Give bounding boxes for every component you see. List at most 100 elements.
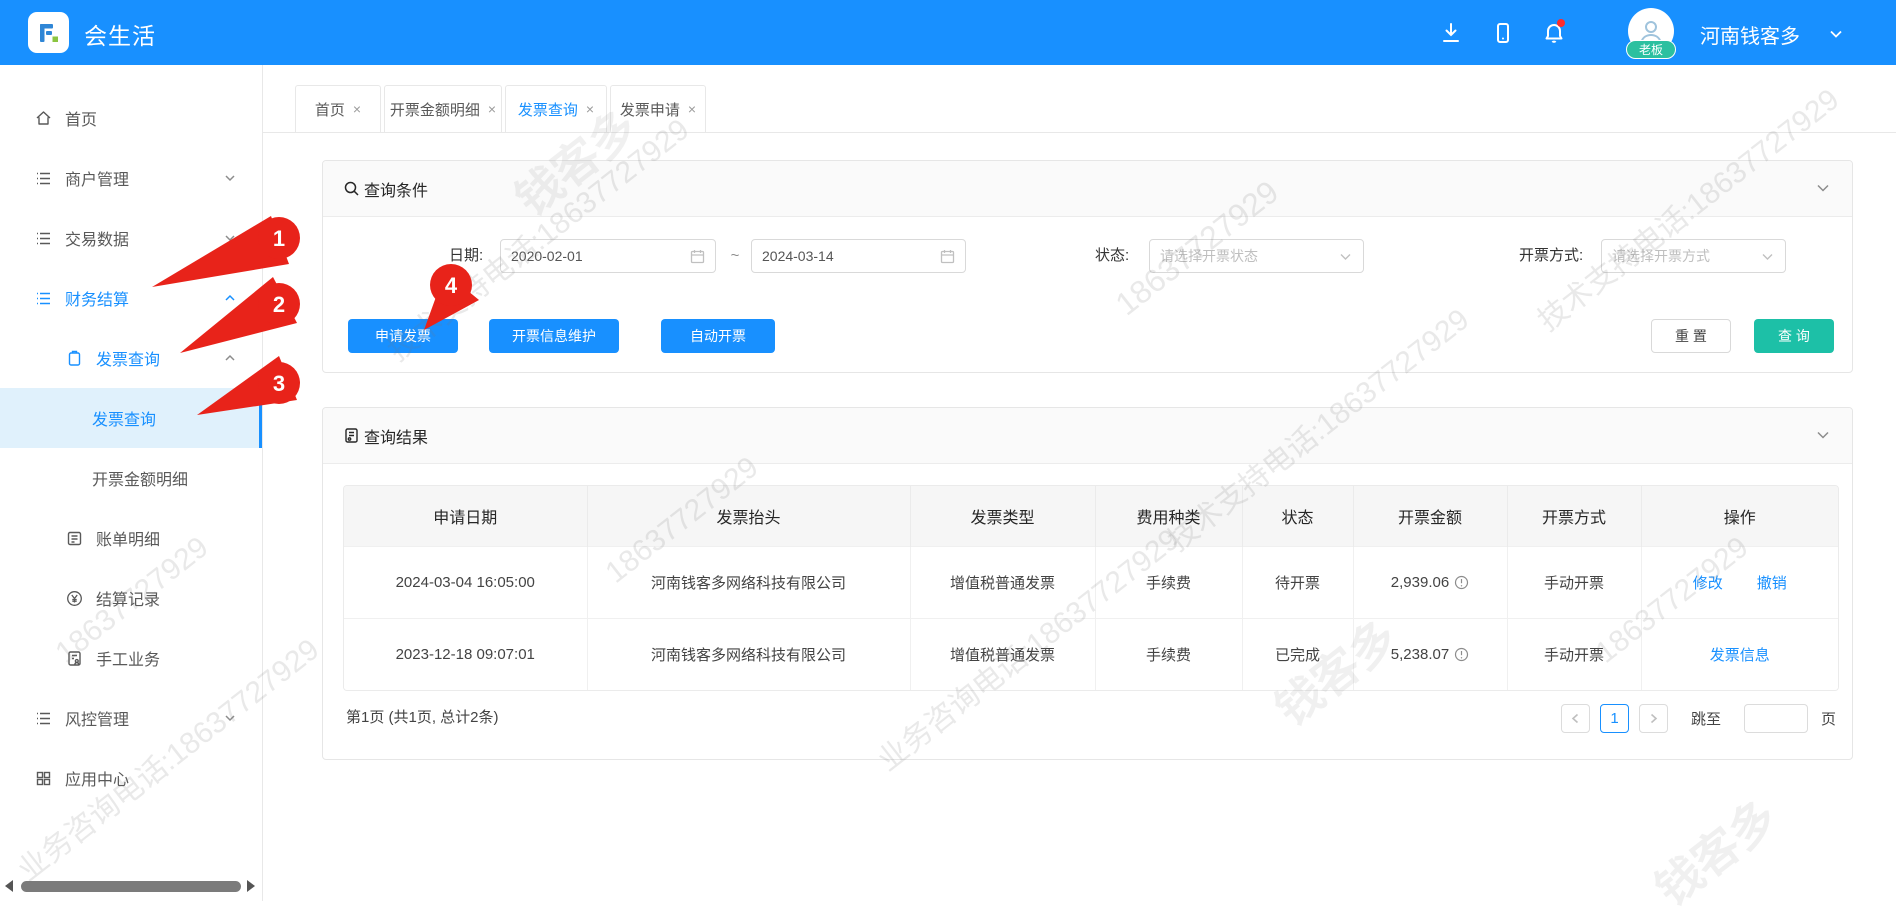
col-apply-date: 申请日期: [344, 486, 588, 546]
manual-doc-icon: [66, 650, 83, 667]
date-to-input[interactable]: 2024-03-14: [751, 239, 966, 273]
logo-glyph: [39, 23, 58, 42]
sidebar-item-manual-business[interactable]: 手工业务: [0, 628, 262, 688]
col-invoice-type: 发票类型: [910, 486, 1096, 546]
sidebar-item-invoice-query-group[interactable]: 发票查询: [0, 328, 262, 388]
invoice-method-select[interactable]: 请选择开票方式: [1601, 239, 1786, 273]
date-from-input[interactable]: 2020-02-01: [500, 239, 716, 273]
list-icon: [35, 230, 52, 247]
collapse-chevron-icon[interactable]: [1816, 181, 1830, 200]
chevron-left-icon: [1571, 713, 1579, 724]
query-form-row: 日期: 2020-02-01 ~ 2024-03-14 状态: 请选择开票状态 …: [323, 239, 1852, 273]
scroll-right-arrow-icon[interactable]: [247, 880, 255, 892]
apply-invoice-button[interactable]: 申请发票: [348, 319, 458, 353]
status-label: 状态:: [1095, 247, 1130, 264]
sidebar-item-label: 发票查询: [96, 352, 161, 369]
pagination-next-button[interactable]: [1639, 704, 1668, 733]
scrollbar-thumb[interactable]: [21, 880, 241, 892]
col-invoice-title: 发票抬头: [587, 486, 911, 546]
chevron-down-icon: [1338, 249, 1353, 264]
notification-badge: [1557, 19, 1565, 27]
col-fee-type: 费用种类: [1095, 486, 1243, 546]
sidebar-item-transaction-data[interactable]: 交易数据: [0, 208, 262, 268]
sidebar-item-invoice-query[interactable]: 发票查询: [0, 388, 262, 448]
tab-home[interactable]: 首页 ×: [295, 85, 381, 133]
close-icon[interactable]: ×: [353, 101, 361, 117]
query-results-panel: 查询结果 申请日期 发票抬头 发票类型 费用种类 状态 开票金额 开票方式 操作…: [322, 407, 1853, 760]
cell-invoice-type: 增值税普通发票: [910, 617, 1096, 690]
status-select[interactable]: 请选择开票状态: [1149, 239, 1364, 273]
cell-amount: 2,939.06: [1353, 545, 1508, 618]
sidebar-item-label: 首页: [65, 112, 98, 129]
collapse-chevron-icon[interactable]: [1816, 428, 1830, 447]
sidebar: 首页 商户管理 交易数据 财务结算 发票查询 发票查询 开票金额明细 账单明细 …: [0, 65, 263, 901]
jump-to-label: 跳至: [1691, 711, 1722, 728]
cell-invoice-title: 河南钱客多网络科技有限公司: [587, 545, 911, 618]
query-panel-title: 查询条件: [364, 182, 429, 200]
sidebar-item-label: 账单明细: [96, 532, 161, 549]
scroll-left-arrow-icon[interactable]: [5, 880, 13, 892]
download-icon[interactable]: [1440, 22, 1462, 44]
grid-icon: [35, 770, 52, 787]
amount-value: 2,939.06: [1390, 573, 1450, 591]
yen-circle-icon: [66, 590, 83, 607]
results-panel-header: 查询结果: [323, 408, 1852, 464]
app-logo: [28, 12, 69, 53]
close-icon[interactable]: ×: [586, 101, 594, 117]
company-name[interactable]: 河南钱客多: [1700, 20, 1800, 49]
sidebar-item-risk-mgmt[interactable]: 风控管理: [0, 688, 262, 748]
reset-button[interactable]: 重 置: [1651, 319, 1731, 353]
search-icon: [343, 180, 360, 197]
sidebar-item-invoice-amount-detail[interactable]: 开票金额明细: [0, 448, 262, 508]
home-icon: [35, 110, 52, 127]
list-icon: [35, 170, 52, 187]
page-unit-label: 页: [1821, 711, 1837, 728]
page-jump-input[interactable]: [1744, 704, 1808, 733]
method-label: 开票方式:: [1519, 247, 1584, 264]
cell-actions: 发票信息: [1641, 617, 1838, 690]
col-method: 开票方式: [1507, 486, 1642, 546]
sidebar-item-app-center[interactable]: 应用中心: [0, 748, 262, 808]
revoke-link[interactable]: 撤销: [1757, 575, 1787, 592]
invoice-info-maintain-button[interactable]: 开票信息维护: [489, 319, 619, 353]
tab-invoice-apply[interactable]: 发票申请 ×: [610, 85, 706, 133]
sidebar-item-settlement-records[interactable]: 结算记录: [0, 568, 262, 628]
cell-invoice-type: 增值税普通发票: [910, 545, 1096, 618]
notification-bell-icon[interactable]: [1543, 19, 1565, 44]
date-range-tilde: ~: [730, 247, 740, 264]
mobile-icon[interactable]: [1492, 22, 1514, 44]
sidebar-item-label: 商户管理: [65, 172, 130, 189]
pagination-page-1[interactable]: 1: [1600, 704, 1629, 733]
info-circle-icon[interactable]: [1454, 647, 1469, 662]
cell-status: 已完成: [1242, 617, 1354, 690]
close-icon[interactable]: ×: [688, 101, 696, 117]
tab-bar: 首页 × 开票金额明细 × 发票查询 × 发票申请 ×: [263, 85, 1896, 133]
search-button[interactable]: 查 询: [1754, 319, 1834, 353]
tab-invoice-query[interactable]: 发票查询 ×: [505, 85, 607, 133]
info-circle-icon[interactable]: [1454, 575, 1469, 590]
chevron-down-icon: [224, 232, 236, 244]
horizontal-scrollbar[interactable]: [0, 877, 262, 895]
sidebar-item-bill-detail[interactable]: 账单明细: [0, 508, 262, 568]
chevron-down-icon[interactable]: [1828, 26, 1844, 47]
cell-fee-type: 手续费: [1095, 617, 1243, 690]
invoice-info-link[interactable]: 发票信息: [1710, 647, 1770, 664]
clipboard-icon: [66, 350, 83, 367]
sidebar-item-label: 发票查询: [92, 412, 157, 429]
tab-invoice-amount-detail[interactable]: 开票金额明细 ×: [384, 85, 502, 133]
results-panel-title: 查询结果: [364, 429, 429, 447]
table-header-row: 申请日期 发票抬头 发票类型 费用种类 状态 开票金额 开票方式 操作: [344, 486, 1838, 546]
pagination-prev-button[interactable]: [1561, 704, 1590, 733]
modify-link[interactable]: 修改: [1693, 575, 1723, 592]
cell-status: 待开票: [1242, 545, 1354, 618]
top-header: 会生活 老板 河南钱客多: [0, 0, 1896, 65]
sidebar-item-finance-settlement[interactable]: 财务结算: [0, 268, 262, 328]
sidebar-item-home[interactable]: 首页: [0, 88, 262, 148]
list-icon: [35, 710, 52, 727]
sidebar-item-merchant-mgmt[interactable]: 商户管理: [0, 148, 262, 208]
cell-invoice-title: 河南钱客多网络科技有限公司: [587, 617, 911, 690]
close-icon[interactable]: ×: [488, 101, 496, 117]
sidebar-item-label: 交易数据: [65, 232, 130, 249]
auto-invoice-button[interactable]: 自动开票: [661, 319, 775, 353]
tab-label: 开票金额明细: [389, 101, 480, 119]
